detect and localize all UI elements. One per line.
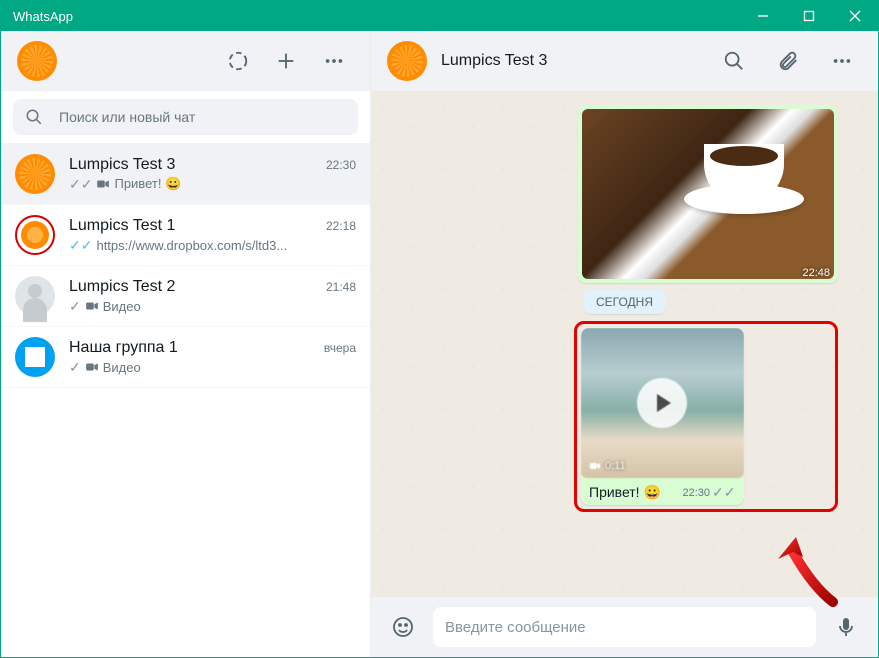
my-avatar[interactable]: [17, 41, 57, 81]
message-row: 22:48: [411, 105, 838, 283]
annotation-highlight: 0:11 Привет! 😀 22:30 ✓✓: [574, 321, 838, 512]
delivered-check-icon: ✓✓: [69, 176, 92, 193]
chat-item-lumpics-test-3[interactable]: Lumpics Test 3 22:30 ✓✓ Привет! 😀: [1, 144, 370, 205]
coffee-cup-image: [684, 124, 804, 214]
chat-avatar: [15, 154, 55, 194]
chat-avatar: [15, 276, 55, 316]
chat-item-lumpics-test-2[interactable]: Lumpics Test 2 21:48 ✓ Видео: [1, 266, 370, 327]
chat-avatar: [15, 215, 55, 255]
search-icon: [25, 108, 43, 126]
app-body: Lumpics Test 3 22:30 ✓✓ Привет! 😀: [1, 31, 878, 657]
emoji-button[interactable]: [385, 609, 421, 645]
titlebar: WhatsApp: [1, 1, 878, 31]
voice-message-button[interactable]: [828, 609, 864, 645]
status-button[interactable]: [218, 41, 258, 81]
search-input[interactable]: [59, 109, 346, 125]
delivered-check-icon: ✓: [69, 359, 81, 376]
messages-area[interactable]: 22:48 СЕГОДНЯ: [371, 91, 878, 597]
chat-time: 22:30: [326, 158, 356, 172]
sidebar: Lumpics Test 3 22:30 ✓✓ Привет! 😀: [1, 31, 371, 657]
composer: [371, 597, 878, 657]
chat-list[interactable]: Lumpics Test 3 22:30 ✓✓ Привет! 😀: [1, 144, 370, 657]
video-icon: [85, 360, 99, 374]
chat-name: Lumpics Test 2: [69, 278, 175, 296]
search-box[interactable]: [13, 99, 358, 135]
date-separator: СЕГОДНЯ: [411, 293, 838, 311]
chat-time: 21:48: [326, 280, 356, 294]
chat-preview: https://www.dropbox.com/s/ltd3...: [96, 238, 287, 253]
delivered-check-icon: ✓: [69, 298, 81, 315]
message-input-wrap[interactable]: [433, 607, 816, 647]
chat-time: 22:18: [326, 219, 356, 233]
message-input[interactable]: [445, 619, 804, 636]
titlebar-title: WhatsApp: [13, 9, 740, 24]
chat-item-lumpics-test-1[interactable]: Lumpics Test 1 22:18 ✓✓ https://www.drop…: [1, 205, 370, 266]
chat-avatar: [15, 337, 55, 377]
chat-item-nasha-gruppa-1[interactable]: Наша группа 1 вчера ✓ Видео: [1, 327, 370, 388]
contact-name[interactable]: Lumpics Test 3: [441, 52, 700, 70]
chat-preview: Привет! 😀: [114, 176, 181, 192]
chat-name: Lumpics Test 1: [69, 217, 175, 235]
chat-preview: Видео: [103, 360, 141, 375]
new-chat-button[interactable]: [266, 41, 306, 81]
chat-search-button[interactable]: [714, 41, 754, 81]
image-message[interactable]: 22:48: [578, 105, 838, 283]
attach-button[interactable]: [768, 41, 808, 81]
chat-header: Lumpics Test 3: [371, 31, 878, 91]
message-row: 0:11 Привет! 😀 22:30 ✓✓: [411, 321, 838, 512]
titlebar-controls: [740, 1, 878, 31]
minimize-button[interactable]: [740, 1, 786, 31]
maximize-button[interactable]: [786, 1, 832, 31]
video-duration: 0:11: [589, 460, 626, 472]
video-icon: [85, 299, 99, 313]
delivered-check-icon: ✓✓: [712, 484, 735, 501]
contact-avatar[interactable]: [387, 41, 427, 81]
video-thumbnail: 0:11: [581, 328, 744, 478]
date-label: СЕГОДНЯ: [584, 290, 665, 314]
chat-pane: Lumpics Test 3: [371, 31, 878, 657]
video-message[interactable]: 0:11 Привет! 😀 22:30 ✓✓: [581, 328, 744, 505]
chat-menu-button[interactable]: [822, 41, 862, 81]
sidebar-menu-button[interactable]: [314, 41, 354, 81]
read-check-icon: ✓✓: [69, 237, 92, 254]
close-button[interactable]: [832, 1, 878, 31]
video-caption: Привет! 😀 22:30 ✓✓: [581, 478, 744, 505]
search-bar: [1, 91, 370, 144]
video-icon: [96, 177, 110, 191]
chat-time: вчера: [324, 341, 356, 355]
app-window: WhatsApp: [0, 0, 879, 658]
chat-name: Lumpics Test 3: [69, 156, 175, 174]
play-button[interactable]: [637, 378, 687, 428]
video-icon: [589, 460, 601, 472]
message-time: 22:30 ✓✓: [683, 484, 736, 501]
image-thumbnail: [582, 109, 834, 279]
chat-preview: Видео: [103, 299, 141, 314]
message-time: 22:48: [802, 267, 830, 279]
chat-name: Наша группа 1: [69, 339, 178, 357]
sidebar-header: [1, 31, 370, 91]
